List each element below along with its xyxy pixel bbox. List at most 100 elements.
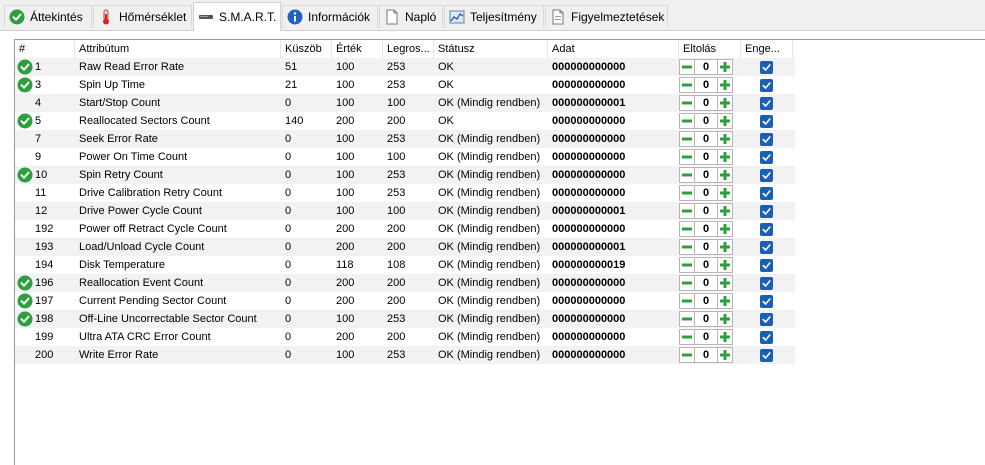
enabled-checkbox[interactable] xyxy=(760,61,773,74)
offset-stepper[interactable]: 0 xyxy=(679,257,733,273)
offset-value[interactable]: 0 xyxy=(695,113,717,129)
offset-stepper[interactable]: 0 xyxy=(679,221,733,237)
enabled-checkbox[interactable] xyxy=(760,241,773,254)
offset-stepper[interactable]: 0 xyxy=(679,293,733,309)
offset-stepper[interactable]: 0 xyxy=(679,95,733,111)
offset-stepper[interactable]: 0 xyxy=(679,311,733,327)
plus-icon[interactable] xyxy=(717,203,733,219)
col-offset[interactable]: Eltolás xyxy=(679,40,741,58)
offset-stepper[interactable]: 0 xyxy=(679,77,733,93)
table-row[interactable]: 9 Power On Time Count 0 100 100 OK (Mindig re… xyxy=(15,148,795,166)
offset-stepper[interactable]: 0 xyxy=(679,113,733,129)
minus-icon[interactable] xyxy=(679,293,695,309)
table-row[interactable]: 12 Drive Power Cycle Count 0 100 100 OK (Mind… xyxy=(15,202,795,220)
enabled-checkbox[interactable] xyxy=(760,151,773,164)
table-row[interactable]: 194 Disk Temperature 0 118 108 OK (Mindig ren… xyxy=(15,256,795,274)
minus-icon[interactable] xyxy=(679,329,695,345)
offset-value[interactable]: 0 xyxy=(695,167,717,183)
col-id[interactable]: # xyxy=(15,40,75,58)
plus-icon[interactable] xyxy=(717,59,733,75)
offset-value[interactable]: 0 xyxy=(695,59,717,75)
table-row[interactable]: 200 Write Error Rate 0 100 253 OK (Mindig ren… xyxy=(15,346,795,364)
tab-teljesitmeny[interactable]: Teljesítmény xyxy=(444,5,544,28)
enabled-checkbox[interactable] xyxy=(760,79,773,92)
offset-stepper[interactable]: 0 xyxy=(679,59,733,75)
minus-icon[interactable] xyxy=(679,131,695,147)
plus-icon[interactable] xyxy=(717,167,733,183)
col-status[interactable]: Státusz xyxy=(434,40,548,58)
offset-stepper[interactable]: 0 xyxy=(679,185,733,201)
enabled-checkbox[interactable] xyxy=(760,187,773,200)
offset-value[interactable]: 0 xyxy=(695,149,717,165)
plus-icon[interactable] xyxy=(717,275,733,291)
enabled-checkbox[interactable] xyxy=(760,169,773,182)
table-row[interactable]: 5 Reallocated Sectors Count 140 200 200 OK 000… xyxy=(15,112,795,130)
offset-value[interactable]: 0 xyxy=(695,293,717,309)
tab-attekintes[interactable]: Áttekintés xyxy=(4,5,92,28)
minus-icon[interactable] xyxy=(679,167,695,183)
enabled-checkbox[interactable] xyxy=(760,223,773,236)
plus-icon[interactable] xyxy=(717,77,733,93)
table-row[interactable]: 197 Current Pending Sector Count 0 200 200 OK… xyxy=(15,292,795,310)
table-row[interactable]: 199 Ultra ATA CRC Error Count 0 200 200 OK (M… xyxy=(15,328,795,346)
minus-icon[interactable] xyxy=(679,221,695,237)
offset-value[interactable]: 0 xyxy=(695,275,717,291)
offset-stepper[interactable]: 0 xyxy=(679,149,733,165)
offset-stepper[interactable]: 0 xyxy=(679,275,733,291)
offset-stepper[interactable]: 0 xyxy=(679,347,733,363)
plus-icon[interactable] xyxy=(717,185,733,201)
enabled-checkbox[interactable] xyxy=(760,205,773,218)
plus-icon[interactable] xyxy=(717,131,733,147)
offset-value[interactable]: 0 xyxy=(695,203,717,219)
minus-icon[interactable] xyxy=(679,185,695,201)
offset-value[interactable]: 0 xyxy=(695,311,717,327)
minus-icon[interactable] xyxy=(679,311,695,327)
tab-figyelmeztetesek[interactable]: Figyelmeztetések xyxy=(545,5,668,28)
col-value[interactable]: Érték xyxy=(332,40,383,58)
plus-icon[interactable] xyxy=(717,293,733,309)
plus-icon[interactable] xyxy=(717,113,733,129)
enabled-checkbox[interactable] xyxy=(760,313,773,326)
enabled-checkbox[interactable] xyxy=(760,277,773,290)
table-row[interactable]: 7 Seek Error Rate 0 100 253 OK (Mindig rendbe… xyxy=(15,130,795,148)
minus-icon[interactable] xyxy=(679,257,695,273)
minus-icon[interactable] xyxy=(679,275,695,291)
col-worst[interactable]: Legros... xyxy=(383,40,434,58)
plus-icon[interactable] xyxy=(717,311,733,327)
enabled-checkbox[interactable] xyxy=(760,115,773,128)
offset-stepper[interactable]: 0 xyxy=(679,131,733,147)
plus-icon[interactable] xyxy=(717,257,733,273)
tab-homerseklet[interactable]: Hőmérséklet xyxy=(93,5,192,28)
offset-value[interactable]: 0 xyxy=(695,257,717,273)
offset-stepper[interactable]: 0 xyxy=(679,167,733,183)
table-row[interactable]: 1 Raw Read Error Rate 51 100 253 OK 0000000000… xyxy=(15,58,795,76)
enabled-checkbox[interactable] xyxy=(760,259,773,272)
plus-icon[interactable] xyxy=(717,221,733,237)
offset-value[interactable]: 0 xyxy=(695,131,717,147)
plus-icon[interactable] xyxy=(717,149,733,165)
col-enabled[interactable]: Enge... xyxy=(741,40,793,58)
plus-icon[interactable] xyxy=(717,329,733,345)
offset-stepper[interactable]: 0 xyxy=(679,329,733,345)
table-row[interactable]: 11 Drive Calibration Retry Count 0 100 253 OK… xyxy=(15,184,795,202)
minus-icon[interactable] xyxy=(679,203,695,219)
offset-value[interactable]: 0 xyxy=(695,347,717,363)
offset-stepper[interactable]: 0 xyxy=(679,239,733,255)
offset-value[interactable]: 0 xyxy=(695,329,717,345)
table-row[interactable]: 10 Spin Retry Count 0 100 253 OK (Mindig rend… xyxy=(15,166,795,184)
offset-value[interactable]: 0 xyxy=(695,221,717,237)
tab-naplo[interactable]: Napló xyxy=(379,5,443,28)
col-attr[interactable]: Attribútum xyxy=(75,40,281,58)
table-row[interactable]: 198 Off-Line Uncorrectable Sector Count 0 1… xyxy=(15,310,795,328)
plus-icon[interactable] xyxy=(717,95,733,111)
offset-value[interactable]: 0 xyxy=(695,77,717,93)
minus-icon[interactable] xyxy=(679,95,695,111)
minus-icon[interactable] xyxy=(679,59,695,75)
enabled-checkbox[interactable] xyxy=(760,331,773,344)
offset-value[interactable]: 0 xyxy=(695,185,717,201)
enabled-checkbox[interactable] xyxy=(760,133,773,146)
plus-icon[interactable] xyxy=(717,239,733,255)
enabled-checkbox[interactable] xyxy=(760,97,773,110)
minus-icon[interactable] xyxy=(679,149,695,165)
table-row[interactable]: 193 Load/Unload Cycle Count 0 200 200 OK (Min… xyxy=(15,238,795,256)
